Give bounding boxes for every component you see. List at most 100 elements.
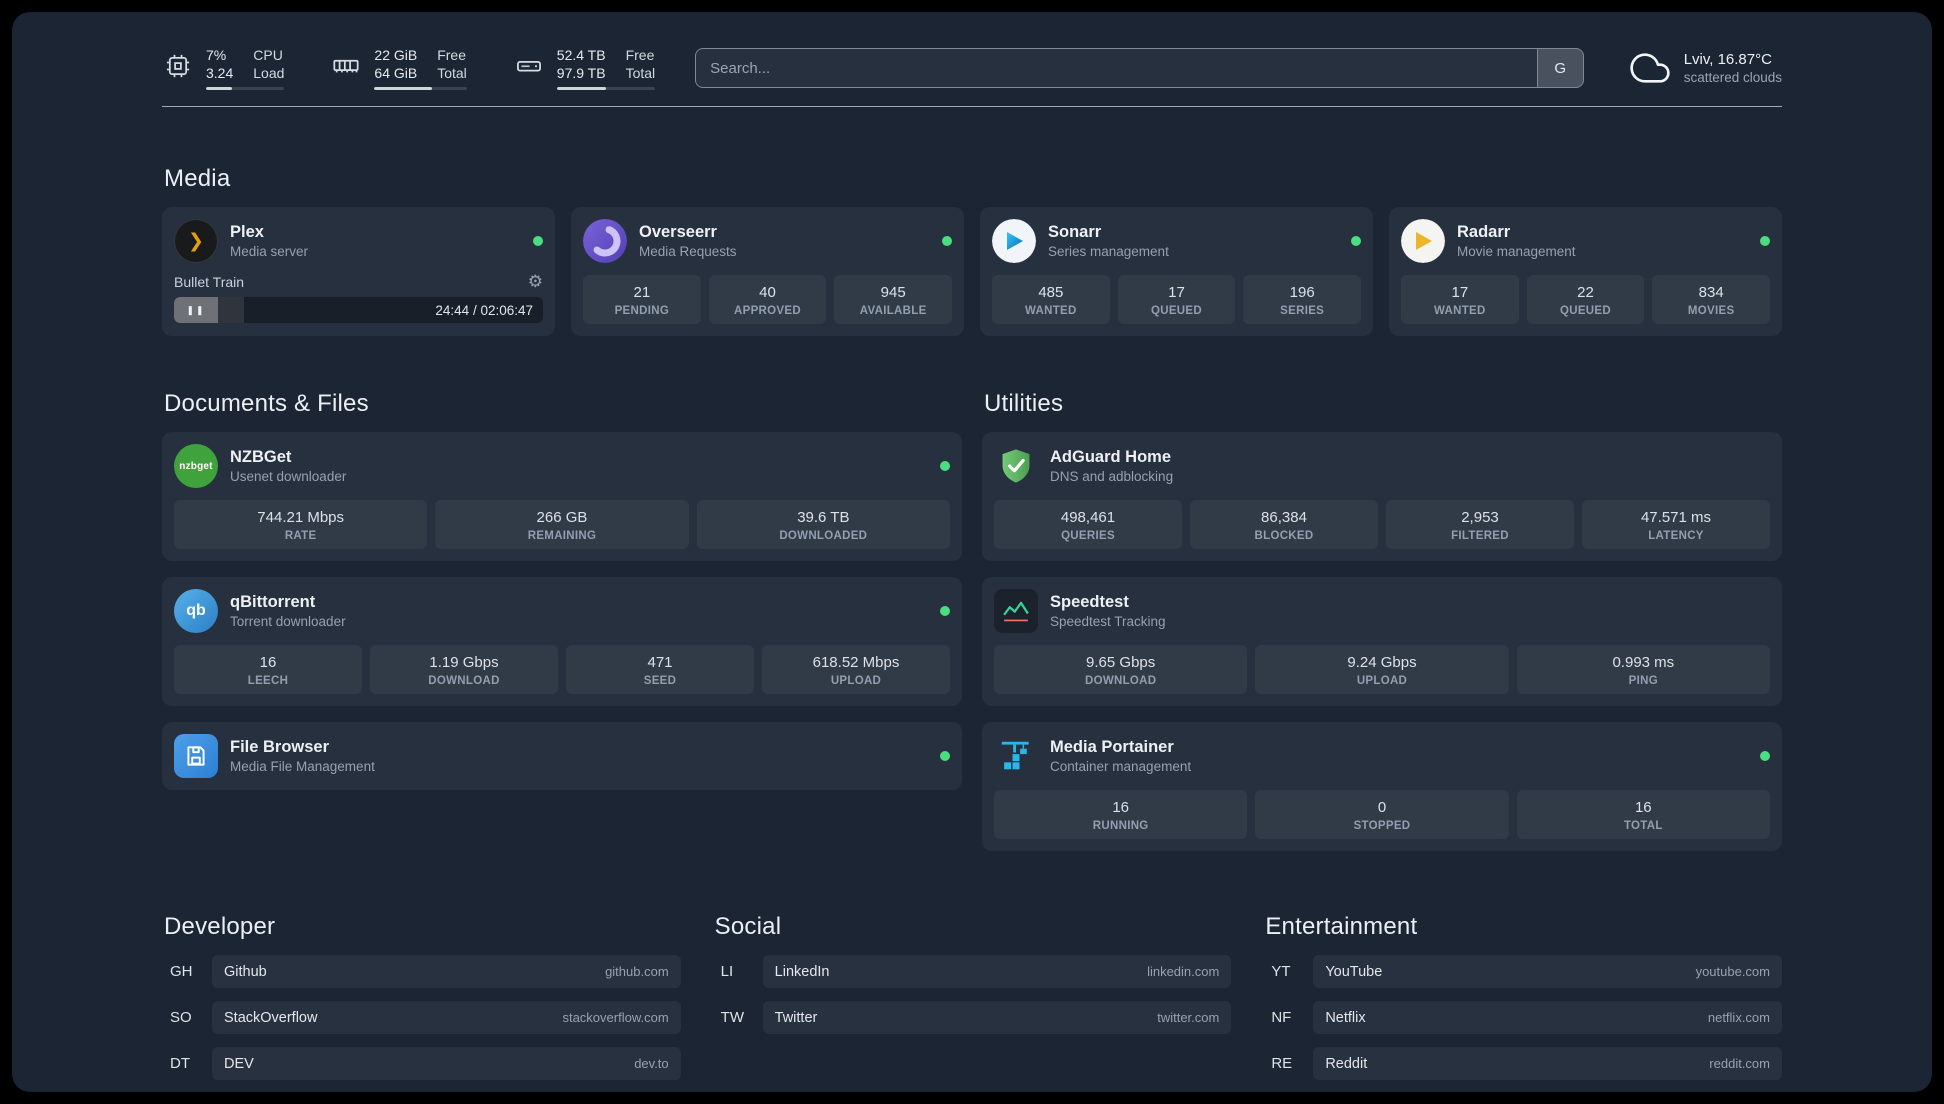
- bookmark-url: youtube.com: [1695, 964, 1770, 979]
- stat-total: 16 TOTAL: [1516, 790, 1770, 839]
- service-description: Media Requests: [639, 244, 737, 259]
- bookmark-stackoverflow[interactable]: SO StackOverflow stackoverflow.com: [162, 1001, 681, 1034]
- memory-label-1: Free: [437, 47, 467, 63]
- disk-label-1: Free: [625, 47, 655, 63]
- resource-widgets: 7% CPU 3.24 Load 22 GiB Free 64 GiB Tota…: [162, 46, 656, 90]
- service-description: Media File Management: [230, 759, 375, 774]
- stat-upload: 9.24 Gbps UPLOAD: [1255, 645, 1509, 694]
- stat-available: 945 AVAILABLE: [834, 275, 952, 324]
- stat-wanted: 17 WANTED: [1401, 275, 1519, 324]
- bookmark-abbr: DT: [170, 1055, 190, 1072]
- bookmark-reddit[interactable]: RE Reddit reddit.com: [1263, 1047, 1782, 1080]
- bookmark-abbr: TW: [720, 1009, 744, 1026]
- bookmark-linkedin[interactable]: LI LinkedIn linkedin.com: [713, 955, 1232, 988]
- resource-disk: 52.4 TB Free 97.9 TB Total: [513, 46, 656, 90]
- service-name: Sonarr: [1048, 223, 1102, 241]
- bookmark-url: stackoverflow.com: [562, 1010, 669, 1025]
- bookmark-name: StackOverflow: [224, 1009, 318, 1026]
- status-dot: [1351, 236, 1361, 246]
- service-card-qbittorrent[interactable]: qb qBittorrent Torrent downloader 16 LEE…: [162, 577, 962, 706]
- bookmark-twitter[interactable]: TW Twitter twitter.com: [713, 1001, 1232, 1034]
- topbar-divider: [162, 106, 1782, 107]
- memory-free-value: 22 GiB: [374, 47, 418, 63]
- filebrowser-icon: [174, 734, 218, 778]
- service-name: qBittorrent: [230, 593, 316, 611]
- resource-cpu: 7% CPU 3.24 Load: [162, 46, 285, 90]
- service-description: Media server: [230, 244, 309, 259]
- bookmark-dev[interactable]: DT DEV dev.to: [162, 1047, 681, 1080]
- stat-pending: 21 PENDING: [583, 275, 701, 324]
- playback-time: 24:44 / 02:06:47: [435, 302, 533, 318]
- search-input[interactable]: [695, 48, 1584, 88]
- service-description: Movie management: [1457, 244, 1576, 259]
- service-card-speedtest[interactable]: Speedtest Speedtest Tracking 9.65 Gbps D…: [982, 577, 1782, 706]
- search-provider-button[interactable]: G: [1536, 49, 1583, 87]
- developer-section-title: Developer: [164, 913, 276, 940]
- memory-progress-bar: [374, 87, 467, 90]
- service-description: Torrent downloader: [230, 614, 346, 629]
- status-dot: [1760, 751, 1770, 761]
- service-description: DNS and adblocking: [1050, 469, 1174, 484]
- service-card-plex[interactable]: ❯ Plex Media server Bullet Train ⚙ ❚❚ 24…: [162, 207, 555, 336]
- service-card-adguard[interactable]: AdGuard Home DNS and adblocking 498,461 …: [982, 432, 1782, 561]
- portainer-icon: [994, 734, 1038, 778]
- service-name: Overseerr: [639, 223, 717, 241]
- service-card-radarr[interactable]: Radarr Movie management 17 WANTED 22 QUE…: [1389, 207, 1782, 336]
- stat-remaining: 266 GB REMAINING: [435, 500, 689, 549]
- now-playing-title: Bullet Train: [174, 273, 245, 290]
- service-card-overseerr[interactable]: Overseerr Media Requests 21 PENDING 40 A…: [571, 207, 964, 336]
- disk-icon: [513, 50, 545, 82]
- bookmark-url: netflix.com: [1707, 1010, 1770, 1025]
- bookmark-abbr: GH: [170, 963, 193, 980]
- stat-rate: 744.21 Mbps RATE: [174, 500, 428, 549]
- service-card-sonarr[interactable]: Sonarr Series management 485 WANTED 17 Q…: [980, 207, 1373, 336]
- service-description: Speedtest Tracking: [1050, 614, 1166, 629]
- bookmark-group-developer: Developer GH Github github.com SO StackO…: [162, 913, 681, 1092]
- pause-button[interactable]: ❚❚: [174, 297, 218, 323]
- playback-progress-bar[interactable]: ❚❚ 24:44 / 02:06:47: [174, 297, 543, 323]
- stat-latency: 47.571 ms LATENCY: [1582, 500, 1770, 549]
- service-card-filebrowser[interactable]: File Browser Media File Management: [162, 722, 962, 790]
- service-description: Container management: [1050, 759, 1192, 774]
- stat-download: 9.65 Gbps DOWNLOAD: [994, 645, 1248, 694]
- bookmark-abbr: NF: [1271, 1009, 1292, 1026]
- status-dot: [940, 606, 950, 616]
- gear-icon[interactable]: ⚙: [528, 273, 543, 290]
- stat-series: 196 SERIES: [1243, 275, 1361, 324]
- bookmark-url: reddit.com: [1709, 1056, 1770, 1071]
- bookmark-name: LinkedIn: [774, 963, 830, 980]
- resource-memory: 22 GiB Free 64 GiB Total: [330, 46, 467, 90]
- service-card-portainer[interactable]: Media Portainer Container management 16 …: [982, 722, 1782, 851]
- bookmark-name: YouTube: [1325, 963, 1383, 980]
- stat-upload: 618.52 Mbps UPLOAD: [762, 645, 950, 694]
- stat-approved: 40 APPROVED: [708, 275, 827, 324]
- section-documents-files: Documents & Files nzbget NZBGet Usenet d…: [162, 390, 962, 790]
- cpu-label-1: CPU: [253, 47, 283, 63]
- now-playing-widget: Bullet Train ⚙ ❚❚ 24:44 / 02:06:47: [174, 273, 543, 323]
- status-dot: [940, 461, 950, 471]
- stat-leech: 16 LEECH: [174, 645, 362, 694]
- section-media: Media ❯ Plex Media server Bullet Train ⚙…: [162, 165, 1782, 336]
- disk-progress-bar: [556, 87, 656, 90]
- status-dot: [940, 751, 950, 761]
- stat-ping: 0.993 ms PING: [1516, 645, 1770, 694]
- service-name: AdGuard Home: [1050, 448, 1172, 466]
- stat-queued: 22 QUEUED: [1526, 275, 1645, 324]
- cpu-progress-fill: [206, 87, 232, 90]
- bookmark-url: linkedin.com: [1147, 964, 1220, 979]
- stat-movies: 834 MOVIES: [1652, 275, 1770, 324]
- stat-queries: 498,461 QUERIES: [994, 500, 1182, 549]
- service-card-nzbget[interactable]: nzbget NZBGet Usenet downloader 744.21 M…: [162, 432, 962, 561]
- entertainment-section-title: Entertainment: [1265, 913, 1418, 940]
- plex-icon: ❯: [174, 219, 218, 263]
- bookmark-abbr: RE: [1271, 1055, 1293, 1072]
- bookmark-github[interactable]: GH Github github.com: [162, 955, 681, 988]
- bookmark-url: github.com: [605, 964, 669, 979]
- bookmark-youtube[interactable]: YT YouTube youtube.com: [1263, 955, 1782, 988]
- adguard-icon: [994, 444, 1038, 488]
- bookmark-netflix[interactable]: NF Netflix netflix.com: [1263, 1001, 1782, 1034]
- disk-free-value: 52.4 TB: [556, 47, 606, 63]
- stat-blocked: 86,384 BLOCKED: [1190, 500, 1378, 549]
- bookmark-url: dev.to: [634, 1056, 669, 1071]
- status-dot: [1760, 236, 1770, 246]
